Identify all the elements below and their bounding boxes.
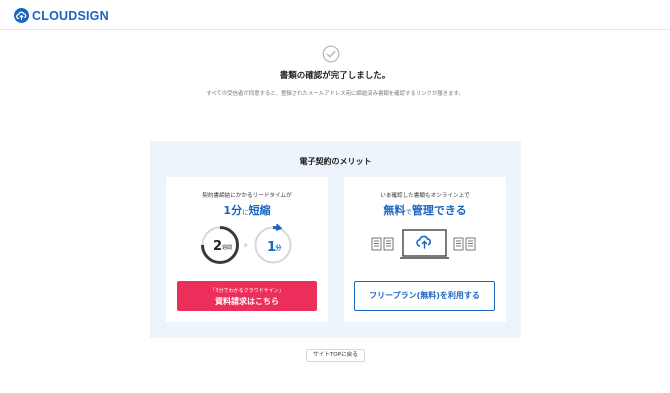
laptop-icon xyxy=(400,229,449,259)
online-management-illustration xyxy=(371,229,476,259)
cloud-logo-icon xyxy=(14,8,29,23)
request-materials-label: 資料請求はこちら xyxy=(215,297,279,306)
management-card: いま確認した書類もオンライン上で 無料で管理できる フリープラン(無料)を利用す… xyxy=(344,177,506,322)
management-headline: 無料で管理できる xyxy=(344,202,506,218)
document-icon xyxy=(453,237,476,251)
headline-free: 無料 xyxy=(383,204,406,217)
arrow-right-icon xyxy=(244,242,248,248)
leadtime-lead: 契約書締結にかかるリードタイムが xyxy=(202,193,292,199)
before-unit: 週間 xyxy=(222,244,232,251)
check-circle-icon xyxy=(322,45,340,63)
headline-manage: 管理できる xyxy=(411,204,467,217)
leadtime-diagram: 2 週間 1 分 xyxy=(201,224,292,264)
leadtime-card: 契約書締結にかかるリードタイムが 1分に短縮 2 週間 1 分 「3分でわかるク… xyxy=(166,177,328,322)
free-plan-button[interactable]: フリープラン(無料)を利用する xyxy=(354,281,495,311)
leadtime-headline: 1分に短縮 xyxy=(166,202,328,218)
one-minute-clock-icon: 1 分 xyxy=(254,224,292,264)
headline-num: 1分 xyxy=(223,204,243,217)
two-weeks-clock-icon: 2 週間 xyxy=(201,226,239,264)
management-lead: いま確認した書類もオンライン上で xyxy=(380,193,470,199)
document-icon xyxy=(371,237,394,251)
completion-description: すべての受信者が同意すると、登録されたメールアドレス宛に締結済み書類を確認するリ… xyxy=(206,91,464,97)
back-to-top-button[interactable]: サイトTOPに戻る xyxy=(306,349,365,362)
request-materials-subtitle: 「3分でわかるクラウドサイン」 xyxy=(210,288,284,294)
after-unit: 分 xyxy=(276,244,282,252)
before-value: 2 xyxy=(213,239,222,254)
request-materials-button[interactable]: 「3分でわかるクラウドサイン」 資料請求はこちら xyxy=(177,281,317,311)
completion-title: 書類の確認が完了しました。 xyxy=(279,71,391,81)
merits-title: 電子契約のメリット xyxy=(299,157,372,166)
site-header: CLOUDSIGN xyxy=(0,0,670,30)
cloudsign-logo[interactable]: CLOUDSIGN xyxy=(14,8,109,23)
logo-text: CLOUDSIGN xyxy=(32,8,109,23)
headline-tail: 短縮 xyxy=(248,204,271,217)
